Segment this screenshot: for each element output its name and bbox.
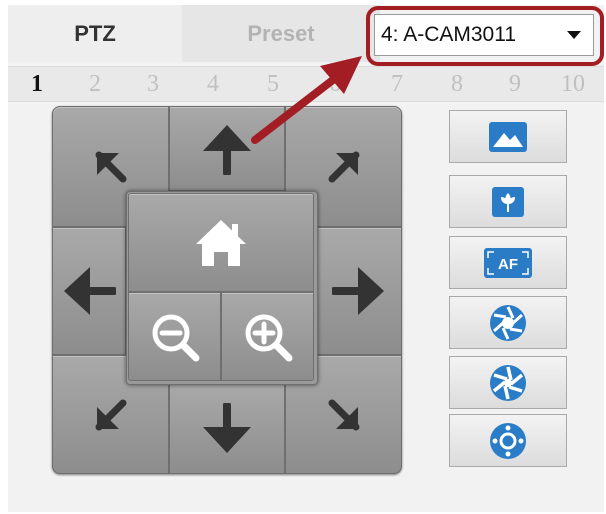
autofocus-icon: AF: [484, 247, 532, 278]
zoom-out-icon: [152, 314, 199, 361]
preset-number-3[interactable]: 3: [124, 67, 182, 101]
tilt-down-button[interactable]: [169, 383, 285, 474]
preset-number-2[interactable]: 2: [66, 67, 124, 101]
preset-number-row: 1 2 3 4 5 6 7 8 9 10: [8, 66, 604, 102]
home-button[interactable]: [128, 193, 314, 292]
pan-right-button[interactable]: [316, 227, 402, 355]
iris-open-button[interactable]: [449, 296, 567, 349]
zoom-in-icon: [245, 314, 292, 361]
preset-number-9[interactable]: 9: [486, 67, 544, 101]
preset-number-7[interactable]: 7: [368, 67, 426, 101]
arrow-right-icon: [332, 267, 384, 315]
iris-auto-icon: [490, 422, 526, 459]
zoom-in-button[interactable]: [221, 292, 314, 381]
macro-focus-button[interactable]: [449, 175, 567, 228]
tab-bar: PTZ Preset: [8, 5, 380, 62]
landscape-icon: [489, 121, 527, 152]
callout-highlight-box: [366, 6, 604, 66]
arrow-left-icon: [64, 267, 116, 315]
preset-number-5[interactable]: 5: [244, 67, 302, 101]
iris-close-icon: [490, 364, 526, 401]
arrow-up-left-icon: [95, 151, 126, 182]
preset-number-10[interactable]: 10: [544, 67, 602, 101]
pan-left-button[interactable]: [52, 227, 126, 355]
macro-flower-icon: [492, 186, 524, 217]
landscape-focus-button[interactable]: [449, 110, 567, 163]
arrow-down-right-icon: [328, 399, 359, 430]
preset-number-6[interactable]: 6: [306, 67, 364, 101]
arrow-down-icon: [203, 402, 251, 453]
home-icon: [196, 219, 246, 266]
arrow-down-left-icon: [95, 399, 126, 430]
preset-number-1[interactable]: 1: [8, 67, 66, 101]
preset-number-8[interactable]: 8: [428, 67, 486, 101]
autofocus-button[interactable]: AF: [449, 236, 567, 289]
iris-close-button[interactable]: [449, 356, 567, 409]
iris-open-icon: [490, 304, 526, 341]
arrow-up-icon: [203, 124, 251, 175]
tab-preset[interactable]: Preset: [182, 5, 380, 62]
tab-ptz[interactable]: PTZ: [8, 5, 183, 62]
preset-number-4[interactable]: 4: [184, 67, 242, 101]
arrow-up-right-icon: [328, 151, 359, 182]
tilt-up-button[interactable]: [169, 106, 285, 191]
autofocus-label: AF: [498, 256, 518, 273]
zoom-out-button[interactable]: [128, 292, 221, 381]
iris-auto-button[interactable]: [449, 414, 567, 467]
